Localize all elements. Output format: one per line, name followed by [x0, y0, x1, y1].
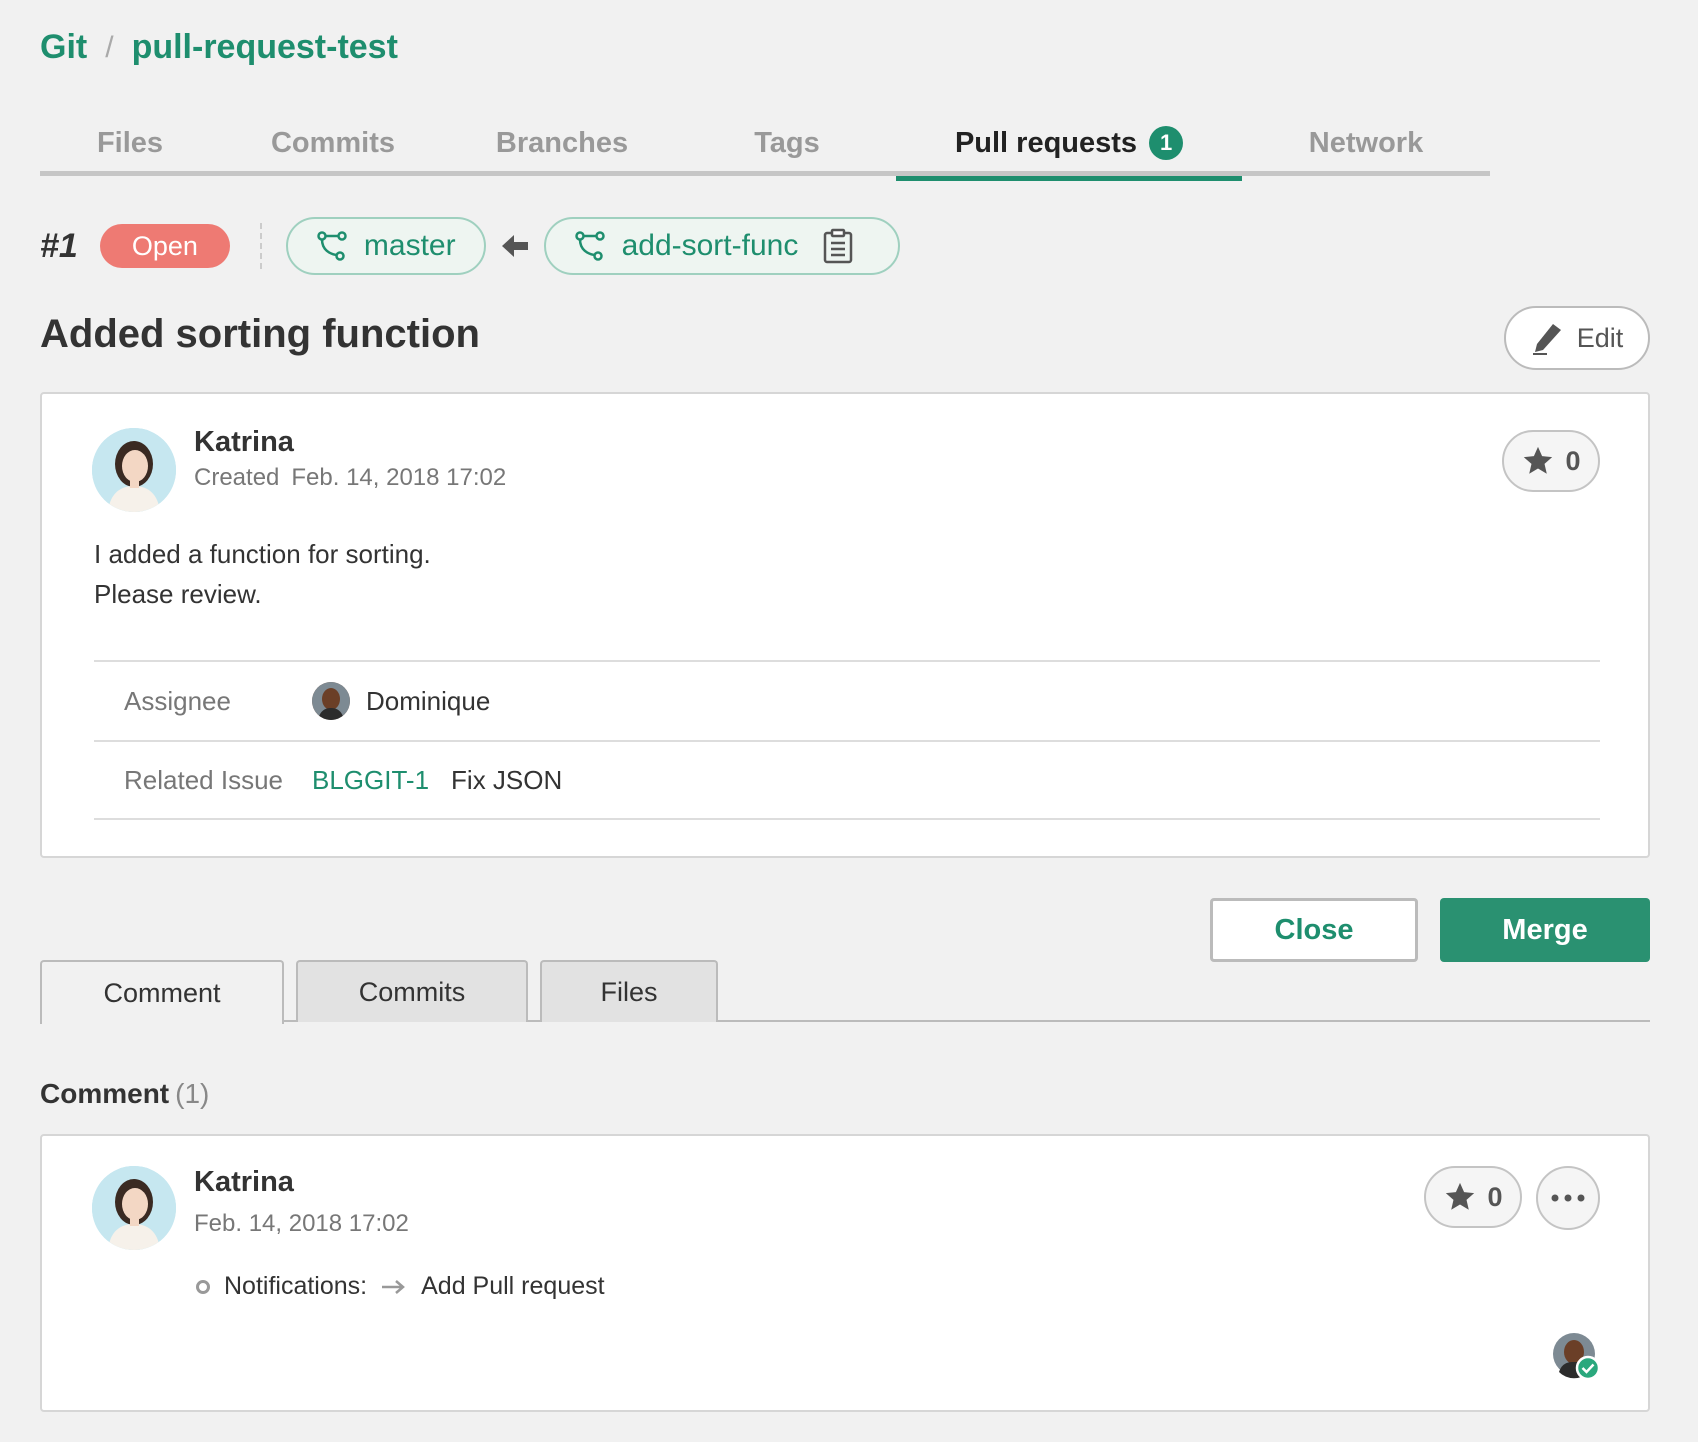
related-issue-link[interactable]: BLGGIT-1	[312, 765, 429, 796]
pr-body: I added a function for sorting. Please r…	[94, 534, 431, 614]
comment-heading: Comment (1)	[40, 1078, 209, 1110]
star-icon	[1524, 446, 1553, 474]
tab-branches-label: Branches	[495, 126, 629, 159]
tab-files-label: Files	[96, 126, 164, 159]
tab-network[interactable]: Network	[1242, 110, 1490, 176]
pr-sub-tabs: Comment Commits Files	[40, 960, 1650, 1024]
pr-title: Added sorting function	[40, 312, 480, 356]
edit-button[interactable]: Edit	[1504, 306, 1650, 370]
header-divider	[259, 223, 262, 269]
check-icon	[1575, 1355, 1601, 1381]
tab-network-label: Network	[1308, 126, 1424, 159]
tab-branches[interactable]: Branches	[446, 110, 678, 176]
more-icon	[1551, 1194, 1585, 1202]
tab-files-sub[interactable]: Files	[540, 960, 718, 1022]
author-name[interactable]: Katrina	[194, 426, 294, 459]
watcher-avatar[interactable]	[1552, 1332, 1601, 1381]
comment-date: Feb. 14, 2018 17:02	[194, 1210, 409, 1237]
tab-pull-requests-label: Pull requests	[954, 126, 1138, 159]
arrow-right-icon	[382, 1279, 406, 1294]
compare-branch-name: add-sort-func	[621, 229, 799, 262]
tab-commits-sub[interactable]: Commits	[296, 960, 528, 1022]
related-issue-label: Related Issue	[124, 764, 283, 795]
pr-info-table: Assignee Dominique Related Issue BLGGIT-…	[94, 660, 1600, 820]
tab-comment[interactable]: Comment	[40, 960, 284, 1024]
clipboard-icon[interactable]	[822, 228, 854, 264]
base-branch-name: master	[363, 229, 456, 262]
repo-tabs: Files Commits Branches Tags Pull request…	[40, 110, 1490, 181]
star-icon	[1446, 1182, 1475, 1210]
related-issue-value: BLGGIT-1 Fix JSON	[312, 765, 562, 796]
comment-count: (1)	[175, 1078, 210, 1109]
breadcrumb-repo-link[interactable]: pull-request-test	[132, 28, 398, 67]
assignee-value: Dominique	[312, 682, 490, 720]
bullet-icon	[196, 1279, 210, 1294]
pr-header: #1 Open master add-sort-func	[40, 216, 901, 276]
related-issue-title: Fix JSON	[451, 764, 563, 795]
pull-requests-count-badge: 1	[1149, 126, 1184, 160]
comment-card: Katrina Feb. 14, 2018 17:02 0 Notificati…	[40, 1134, 1650, 1412]
pr-description-card: Katrina Created Feb. 14, 2018 17:02 0 I a…	[40, 392, 1650, 858]
breadcrumb-git-link[interactable]: Git	[40, 28, 87, 67]
base-branch-pill[interactable]: master	[285, 217, 486, 275]
tab-pull-requests[interactable]: Pull requests 1	[896, 110, 1242, 181]
edit-label: Edit	[1576, 322, 1624, 353]
comment-star-count: 0	[1487, 1181, 1503, 1212]
compare-branch-pill[interactable]: add-sort-func	[543, 217, 901, 275]
created-date: Feb. 14, 2018 17:02	[291, 464, 507, 491]
close-button[interactable]: Close	[1210, 898, 1418, 962]
comment-author[interactable]: Katrina	[194, 1166, 294, 1199]
tab-commits[interactable]: Commits	[220, 110, 446, 176]
comment-star-button[interactable]: 0	[1424, 1166, 1522, 1228]
pencil-icon	[1532, 324, 1561, 355]
branch-icon	[574, 231, 605, 261]
assignee-row: Assignee Dominique	[94, 660, 1600, 740]
status-badge: Open	[99, 224, 230, 268]
pr-body-line: Please review.	[94, 579, 262, 609]
merge-button[interactable]: Merge	[1440, 898, 1650, 962]
tab-files[interactable]: Files	[40, 110, 220, 176]
assignee-name[interactable]: Dominique	[366, 686, 490, 717]
notification-text: Add Pull request	[421, 1272, 605, 1300]
avatar	[312, 682, 350, 720]
breadcrumb-separator: /	[105, 30, 114, 64]
notification-line: Notifications: Add Pull request	[196, 1272, 605, 1301]
branch-icon	[317, 231, 347, 261]
tab-tags-label: Tags	[754, 126, 820, 159]
arrow-left-icon	[501, 235, 528, 257]
tab-commits-label: Commits	[270, 126, 396, 159]
pr-number: #1	[40, 226, 78, 265]
pr-body-line: I added a function for sorting.	[94, 539, 431, 569]
related-issue-row: Related Issue BLGGIT-1 Fix JSON	[94, 740, 1600, 820]
more-options-button[interactable]	[1536, 1166, 1600, 1230]
notification-label: Notifications:	[224, 1272, 368, 1300]
star-count: 0	[1565, 445, 1581, 476]
created-label: Created	[194, 464, 280, 491]
avatar	[92, 1166, 176, 1250]
avatar	[92, 428, 176, 512]
comment-heading-label: Comment	[40, 1078, 170, 1109]
tab-tags[interactable]: Tags	[678, 110, 896, 176]
breadcrumb: Git / pull-request-test	[40, 28, 398, 67]
star-button[interactable]: 0	[1502, 430, 1600, 492]
assignee-label: Assignee	[124, 685, 231, 716]
created-meta: Created Feb. 14, 2018 17:02	[194, 464, 506, 492]
